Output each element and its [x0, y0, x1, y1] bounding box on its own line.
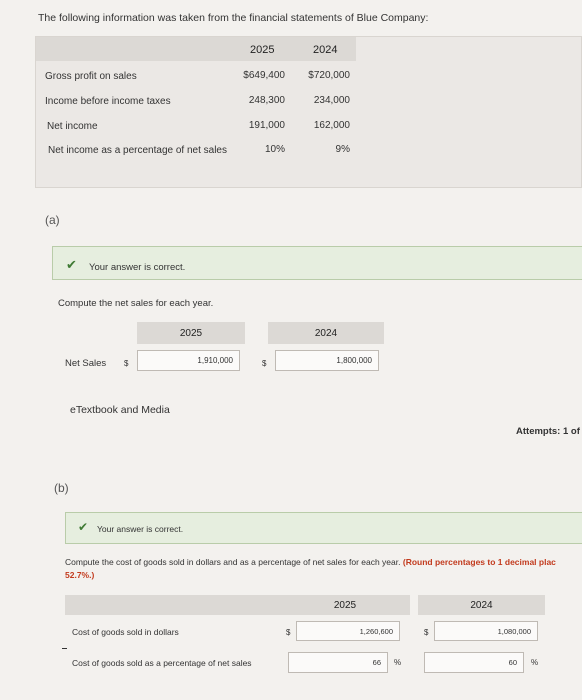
cogs-2024-input[interactable]: 1,080,000: [434, 621, 538, 641]
etextbook-link[interactable]: eTextbook and Media: [70, 404, 170, 416]
percent-sign: %: [531, 658, 539, 667]
part-a-col-2025: 2025: [137, 322, 245, 344]
part-a-question: Compute the net sales for each year.: [58, 298, 214, 309]
cogs-pct-2025-input[interactable]: 66: [288, 652, 388, 673]
net-sales-2024-input[interactable]: 1,800,000: [275, 350, 379, 371]
part-a-label: (a): [45, 213, 60, 227]
info-row-value-2024: $720,000: [308, 70, 350, 81]
part-b-col-2024: 2024: [418, 595, 545, 615]
currency-symbol: $: [262, 359, 267, 368]
info-row-value-2024: 234,000: [313, 95, 350, 106]
info-row-label: Net income: [47, 121, 98, 132]
cogs-dollars-label: Cost of goods sold in dollars: [72, 627, 179, 637]
cogs-percent-label: Cost of goods sold as a percentage of ne…: [72, 658, 252, 668]
currency-symbol: $: [424, 628, 429, 637]
intro-text: The following information was taken from…: [38, 12, 429, 24]
currency-symbol: $: [286, 628, 291, 637]
currency-symbol: $: [124, 359, 129, 368]
info-row-value-2024: 162,000: [313, 120, 350, 131]
info-row-label: Gross profit on sales: [45, 71, 137, 82]
check-icon: ✔: [78, 520, 89, 534]
rounding-note-example: 52.7%.): [65, 570, 95, 580]
info-row-label: Income before income taxes: [45, 96, 171, 107]
info-row-label: Net income as a percentage of net sales: [48, 145, 227, 156]
part-b-question: Compute the cost of goods sold in dollar…: [65, 557, 556, 567]
info-row-value-2024: 9%: [335, 144, 350, 155]
net-sales-2025-input[interactable]: 1,910,000: [137, 350, 240, 371]
cogs-2025-input[interactable]: 1,260,600: [296, 621, 400, 641]
cogs-pct-2024-input[interactable]: 60: [424, 652, 524, 673]
divider-tick: [62, 648, 67, 649]
info-row-value-2025: 191,000: [248, 120, 285, 131]
part-b-status-text: Your answer is correct.: [97, 524, 184, 534]
info-row-value-2025: $649,400: [243, 70, 285, 81]
part-a-col-2024: 2024: [268, 322, 384, 344]
info-row-value-2025: 248,300: [248, 95, 285, 106]
info-row-value-2025: 10%: [264, 144, 285, 155]
rounding-note: (Round percentages to 1 decimal plac: [402, 557, 556, 567]
percent-sign: %: [394, 658, 402, 667]
part-a-status-text: Your answer is correct.: [89, 262, 186, 273]
info-col-2025: 2025: [250, 44, 275, 56]
info-col-2024: 2024: [313, 44, 338, 56]
attempts-counter: Attempts: 1 of: [516, 426, 580, 437]
net-sales-label: Net Sales: [65, 358, 107, 369]
part-b-question-main: Compute the cost of goods sold in dollar…: [65, 557, 401, 567]
check-icon: ✔: [66, 257, 77, 272]
part-b-label: (b): [54, 481, 69, 495]
financial-info-header-band: [36, 37, 356, 61]
part-b-col-2025: 2025: [333, 599, 357, 611]
